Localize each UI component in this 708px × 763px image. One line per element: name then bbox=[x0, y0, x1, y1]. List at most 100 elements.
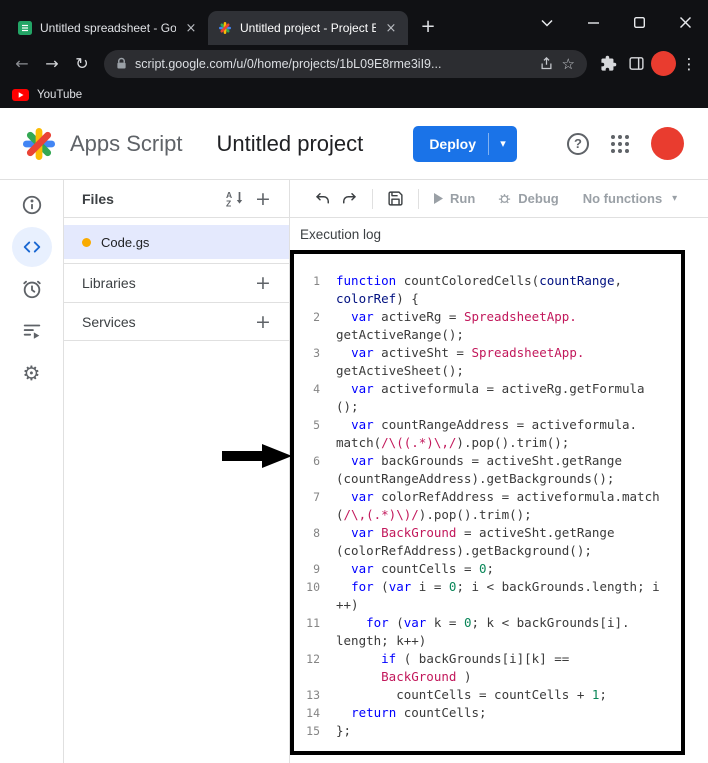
undo-icon[interactable] bbox=[310, 190, 336, 208]
code-text: var colorRefAddress = activeformula.matc… bbox=[336, 488, 681, 524]
left-nav-rail: ⚙ bbox=[0, 180, 64, 763]
account-avatar[interactable] bbox=[651, 127, 684, 160]
debug-button[interactable]: Debug bbox=[493, 191, 562, 206]
files-panel-header: Files AZ + bbox=[64, 180, 289, 218]
file-name: Code.gs bbox=[101, 235, 149, 250]
browser-menu-icon[interactable]: ⋮ bbox=[678, 55, 700, 73]
sort-az-icon[interactable]: AZ bbox=[225, 190, 245, 207]
lock-icon bbox=[116, 57, 127, 70]
url-text: script.google.com/u/0/home/projects/1bL0… bbox=[135, 57, 531, 71]
add-file-icon[interactable]: + bbox=[251, 188, 275, 210]
back-icon[interactable]: ← bbox=[8, 50, 36, 78]
code-text: }; bbox=[336, 722, 681, 740]
window-controls bbox=[524, 0, 708, 45]
libraries-label: Libraries bbox=[82, 275, 136, 291]
code-line[interactable]: 14 return countCells; bbox=[294, 704, 681, 722]
file-item-code-gs[interactable]: Code.gs bbox=[64, 225, 289, 259]
run-label: Run bbox=[450, 191, 475, 206]
code-lines: 1function countColoredCells(countRange, … bbox=[294, 272, 681, 740]
line-number: 8 bbox=[294, 524, 336, 542]
tab-search-icon[interactable] bbox=[524, 0, 570, 45]
line-number: 11 bbox=[294, 614, 336, 632]
bookmark-star-icon[interactable]: ☆ bbox=[562, 55, 575, 73]
services-section[interactable]: Services + bbox=[64, 302, 289, 341]
maximize-icon[interactable] bbox=[616, 0, 662, 45]
close-window-icon[interactable] bbox=[662, 0, 708, 45]
editor-toolbar: Run Debug No functions ▾ bbox=[290, 180, 708, 218]
toolbar-divider bbox=[372, 189, 373, 209]
tab-close-icon[interactable]: × bbox=[184, 21, 198, 36]
code-editor-highlighted[interactable]: 1function countColoredCells(countRange, … bbox=[290, 250, 685, 755]
new-tab-button[interactable]: + bbox=[414, 13, 442, 41]
triggers-clock-icon[interactable] bbox=[12, 269, 52, 309]
code-line[interactable]: 4 var activeformula = activeRg.getFormul… bbox=[294, 380, 681, 416]
save-icon[interactable] bbox=[383, 190, 408, 207]
chevron-down-icon[interactable]: ▾ bbox=[489, 137, 517, 150]
code-line[interactable]: 3 var activeSht = SpreadsheetApp. getAct… bbox=[294, 344, 681, 380]
code-line[interactable]: 10 for (var i = 0; i < backGrounds.lengt… bbox=[294, 578, 681, 614]
browser-toolbar: ← → ↻ script.google.com/u/0/home/project… bbox=[0, 45, 708, 82]
function-selector[interactable]: No functions ▾ bbox=[579, 191, 681, 206]
code-text: var backGrounds = activeSht.getRange (co… bbox=[336, 452, 681, 488]
add-service-icon[interactable]: + bbox=[251, 311, 275, 333]
deploy-label: Deploy bbox=[413, 136, 488, 152]
brand-name: Apps Script bbox=[70, 131, 183, 157]
bug-icon bbox=[497, 191, 512, 206]
editor-code-icon[interactable] bbox=[12, 227, 52, 267]
execution-log-tab[interactable]: Execution log bbox=[290, 218, 708, 250]
svg-text:Z: Z bbox=[226, 199, 231, 208]
run-button[interactable]: Run bbox=[429, 191, 479, 206]
line-number: 4 bbox=[294, 380, 336, 398]
address-bar[interactable]: script.google.com/u/0/home/projects/1bL0… bbox=[104, 50, 587, 78]
line-number: 6 bbox=[294, 452, 336, 470]
code-text: for (var k = 0; k < backGrounds[i]. leng… bbox=[336, 614, 681, 650]
minimize-icon[interactable] bbox=[570, 0, 616, 45]
code-text: var countCells = 0; bbox=[336, 560, 681, 578]
forward-icon[interactable]: → bbox=[38, 50, 66, 78]
project-title[interactable]: Untitled project bbox=[217, 131, 364, 157]
side-panel-icon[interactable] bbox=[623, 51, 649, 77]
extensions-icon[interactable] bbox=[595, 51, 621, 77]
help-icon[interactable]: ? bbox=[567, 133, 589, 155]
code-line[interactable]: 15}; bbox=[294, 722, 681, 740]
deploy-button[interactable]: Deploy ▾ bbox=[413, 126, 517, 162]
execution-log-label: Execution log bbox=[300, 227, 381, 242]
browser-tab-project[interactable]: Untitled project - Project Ed × bbox=[208, 11, 408, 45]
settings-gear-icon[interactable]: ⚙ bbox=[12, 353, 52, 393]
bookmark-youtube[interactable]: YouTube bbox=[37, 89, 82, 101]
code-line[interactable]: 2 var activeRg = SpreadsheetApp. getActi… bbox=[294, 308, 681, 344]
google-apps-grid-icon[interactable] bbox=[607, 131, 633, 157]
browser-profile-avatar[interactable] bbox=[651, 51, 676, 76]
code-line[interactable]: 9 var countCells = 0; bbox=[294, 560, 681, 578]
code-line[interactable]: 6 var backGrounds = activeSht.getRange (… bbox=[294, 452, 681, 488]
line-number: 13 bbox=[294, 686, 336, 704]
share-icon[interactable] bbox=[539, 56, 554, 71]
reload-icon[interactable]: ↻ bbox=[68, 50, 96, 78]
line-number: 3 bbox=[294, 344, 336, 362]
toolbar-divider bbox=[418, 189, 419, 209]
files-panel-title: Files bbox=[82, 191, 225, 207]
chevron-down-icon: ▾ bbox=[672, 193, 677, 204]
code-line[interactable]: 13 countCells = countCells + 1; bbox=[294, 686, 681, 704]
code-line[interactable]: 8 var BackGround = activeSht.getRange (c… bbox=[294, 524, 681, 560]
line-number: 12 bbox=[294, 650, 336, 668]
overview-icon[interactable] bbox=[12, 185, 52, 225]
tab-strip: Untitled spreadsheet - Goo × Untitled pr… bbox=[0, 0, 524, 45]
libraries-section[interactable]: Libraries + bbox=[64, 263, 289, 302]
add-library-icon[interactable]: + bbox=[251, 272, 275, 294]
code-line[interactable]: 5 var countRangeAddress = activeformula.… bbox=[294, 416, 681, 452]
code-line[interactable]: 11 for (var k = 0; k < backGrounds[i]. l… bbox=[294, 614, 681, 650]
main-area: ⚙ Files AZ + Code.gs Libraries + bbox=[0, 180, 708, 763]
executions-list-icon[interactable] bbox=[12, 311, 52, 351]
line-number: 9 bbox=[294, 560, 336, 578]
code-line[interactable]: 7 var colorRefAddress = activeformula.ma… bbox=[294, 488, 681, 524]
code-line[interactable]: 1function countColoredCells(countRange, … bbox=[294, 272, 681, 308]
code-text: var BackGround = activeSht.getRange (col… bbox=[336, 524, 681, 560]
debug-label: Debug bbox=[518, 191, 558, 206]
code-line[interactable]: 12 if ( backGrounds[i][k] == BackGround … bbox=[294, 650, 681, 686]
editor-pane: Run Debug No functions ▾ Execution log 1… bbox=[290, 180, 708, 763]
tab-close-icon[interactable]: × bbox=[384, 21, 398, 36]
browser-tab-spreadsheet[interactable]: Untitled spreadsheet - Goo × bbox=[8, 11, 208, 45]
redo-icon[interactable] bbox=[336, 190, 362, 208]
code-text: var activeformula = activeRg.getFormula … bbox=[336, 380, 681, 416]
